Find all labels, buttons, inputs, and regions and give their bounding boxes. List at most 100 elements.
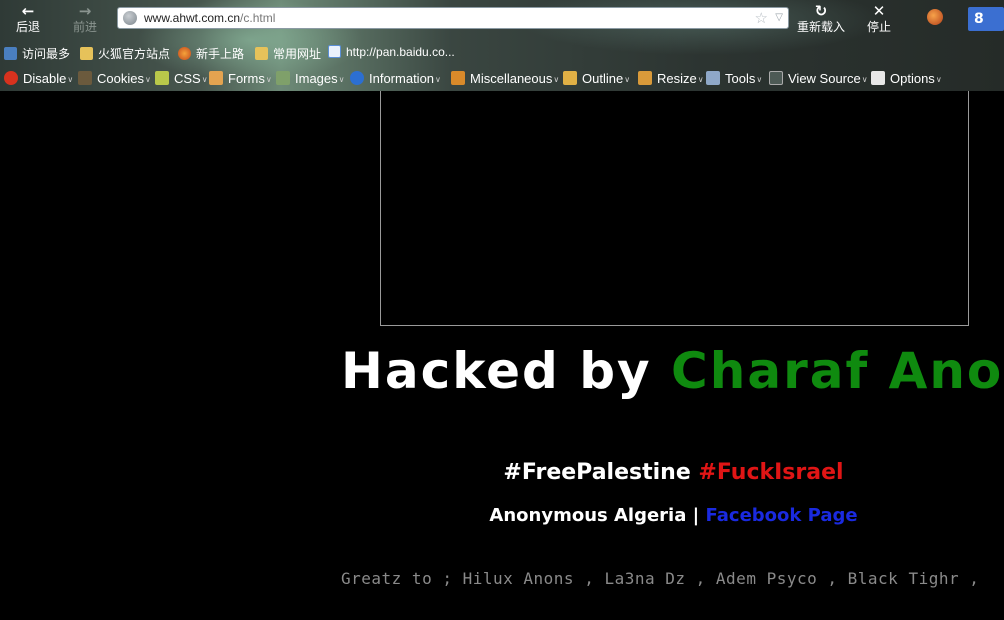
embedded-frame	[380, 91, 969, 326]
miscellaneous-icon	[451, 71, 465, 85]
dev-menu-label: Disable	[23, 71, 67, 86]
dev-menu-outline[interactable]: Outline∨	[563, 71, 630, 86]
headline-prefix: Hacked by	[341, 342, 672, 400]
dev-menu-label: Miscellaneous	[470, 71, 553, 86]
dev-menu-label: Outline	[582, 71, 624, 86]
stop-label: 停止	[866, 20, 891, 34]
options-icon	[871, 71, 885, 85]
dev-menu-forms[interactable]: Forms∨	[209, 71, 272, 86]
hashtag-fuck: #FuckIsrael	[698, 460, 844, 485]
bookmark-label: http://pan.baidu.co...	[346, 45, 455, 59]
folder-icon	[80, 47, 93, 60]
credit-line: Anonymous Algeria | Facebook Page	[0, 505, 1004, 526]
forms-icon	[209, 71, 223, 85]
reload-button[interactable]: ↻ 重新载入	[796, 2, 846, 34]
resize-icon	[638, 71, 652, 85]
bookmark-label: 访问最多	[22, 47, 71, 61]
dev-menu-label: Cookies	[97, 71, 144, 86]
chevron-down-icon: ∨	[435, 75, 441, 84]
url-domain: www.ahwt.com.cn	[144, 11, 241, 25]
chevron-down-icon: ∨	[338, 75, 345, 84]
dev-menu-information[interactable]: Information∨	[350, 71, 441, 86]
css-icon	[155, 71, 169, 85]
dev-menu-images[interactable]: Images∨	[276, 71, 345, 86]
reload-icon: ↻	[814, 2, 828, 20]
tools-icon	[706, 71, 720, 85]
folder-icon	[255, 47, 268, 60]
page-content: Hacked by Charaf Anons #FreePalestine #F…	[0, 91, 1004, 620]
addon-icon[interactable]	[927, 9, 943, 25]
information-icon	[350, 71, 364, 85]
greetz-text: Greatz to ; Hilux Anons , La3na Dz , Ade…	[341, 569, 980, 588]
chevron-down-icon: ∨	[624, 75, 631, 84]
dev-menu-disable[interactable]: Disable∨	[4, 71, 73, 86]
dev-menu-label: Images	[295, 71, 338, 86]
chevron-down-icon: ∨	[935, 75, 942, 84]
chevron-down-icon: ∨	[265, 75, 272, 84]
dev-menu-label: Tools	[725, 71, 756, 86]
credit-group: Anonymous Algeria	[489, 505, 687, 526]
bookmark-label: 新手上路	[196, 47, 245, 61]
search-page-icon	[4, 47, 17, 60]
bookmark-label: 常用网址	[273, 47, 322, 61]
dev-menu-miscellaneous[interactable]: Miscellaneous∨	[451, 71, 559, 86]
dev-menu-tools[interactable]: Tools∨	[706, 71, 762, 86]
firefox-icon	[178, 47, 191, 60]
chevron-down-icon: ∨	[861, 75, 868, 84]
headline-name: Charaf Anons	[671, 342, 1004, 400]
chevron-down-icon: ∨	[697, 75, 704, 84]
site-identity-icon[interactable]	[123, 11, 137, 25]
bookmark-item[interactable]: 火狐官方站点	[80, 45, 170, 62]
hashtag-line: #FreePalestine #FuckIsrael	[0, 460, 1004, 485]
chevron-down-icon: ∨	[144, 75, 151, 84]
bookmark-item[interactable]: 常用网址	[255, 45, 321, 62]
forward-arrow-icon: →	[78, 2, 92, 20]
google-icon: 8	[974, 11, 984, 27]
back-label: 后退	[15, 20, 40, 34]
bookmark-label: 火狐官方站点	[98, 47, 171, 61]
view-source-icon	[769, 71, 783, 85]
dev-menu-options[interactable]: Options∨	[871, 71, 942, 86]
forward-label: 前进	[72, 20, 97, 34]
dev-menu-label: Information	[369, 71, 435, 86]
dev-menu-label: Resize	[657, 71, 697, 86]
page-headline: Hacked by Charaf Anons	[341, 342, 1004, 400]
cookies-icon	[78, 71, 92, 85]
bookmark-item[interactable]: http://pan.baidu.co...	[328, 45, 455, 59]
chevron-down-icon: ∨	[756, 75, 763, 84]
chevron-down-icon: ∨	[67, 75, 74, 84]
hashtag-free: #FreePalestine	[503, 460, 691, 485]
bookmarks-toolbar: 访问最多 火狐官方站点 新手上路 常用网址 http://pan.baidu.c…	[0, 42, 1004, 64]
chevron-down-icon: ∨	[201, 75, 208, 84]
history-dropdown-icon[interactable]: ▽	[775, 12, 783, 23]
credit-separator: |	[692, 505, 700, 526]
browser-chrome: ← 后退 → 前进 www.ahwt.com.cn/c.html ☆ ▽ ↻ 重…	[0, 0, 1004, 91]
stop-icon: ✕	[872, 2, 886, 20]
dev-menu-label: View Source	[788, 71, 861, 86]
address-text[interactable]: www.ahwt.com.cn/c.html	[144, 11, 275, 25]
dev-menu-view-source[interactable]: View Source∨	[769, 71, 868, 86]
dev-menu-label: Forms	[228, 71, 265, 86]
outline-icon	[563, 71, 577, 85]
dev-menu-css[interactable]: CSS∨	[155, 71, 208, 86]
stop-button[interactable]: ✕ 停止	[857, 2, 901, 34]
dev-menu-label: CSS	[174, 71, 201, 86]
bookmark-item[interactable]: 访问最多	[4, 45, 70, 62]
web-developer-toolbar: Disable∨ Cookies∨ CSS∨ Forms∨ Images∨ In…	[0, 68, 1004, 90]
chevron-down-icon: ∨	[553, 75, 560, 84]
dev-menu-cookies[interactable]: Cookies∨	[78, 71, 151, 86]
bookmark-star-icon[interactable]: ☆	[755, 9, 768, 27]
dev-menu-label: Options	[890, 71, 935, 86]
dev-menu-resize[interactable]: Resize∨	[638, 71, 704, 86]
reload-label: 重新载入	[796, 20, 845, 34]
navigation-toolbar: ← 后退 → 前进 www.ahwt.com.cn/c.html ☆ ▽ ↻ 重…	[0, 0, 1004, 40]
search-engine-button[interactable]: 8	[968, 7, 1004, 31]
facebook-page-link[interactable]: Facebook Page	[706, 505, 858, 526]
back-button[interactable]: ← 后退	[6, 2, 50, 34]
bookmark-item[interactable]: 新手上路	[178, 45, 244, 62]
forward-button[interactable]: → 前进	[63, 2, 107, 34]
disable-icon	[4, 71, 18, 85]
back-arrow-icon: ←	[21, 2, 35, 20]
address-bar[interactable]: www.ahwt.com.cn/c.html ☆ ▽	[117, 7, 789, 29]
url-path: /c.html	[240, 11, 276, 25]
